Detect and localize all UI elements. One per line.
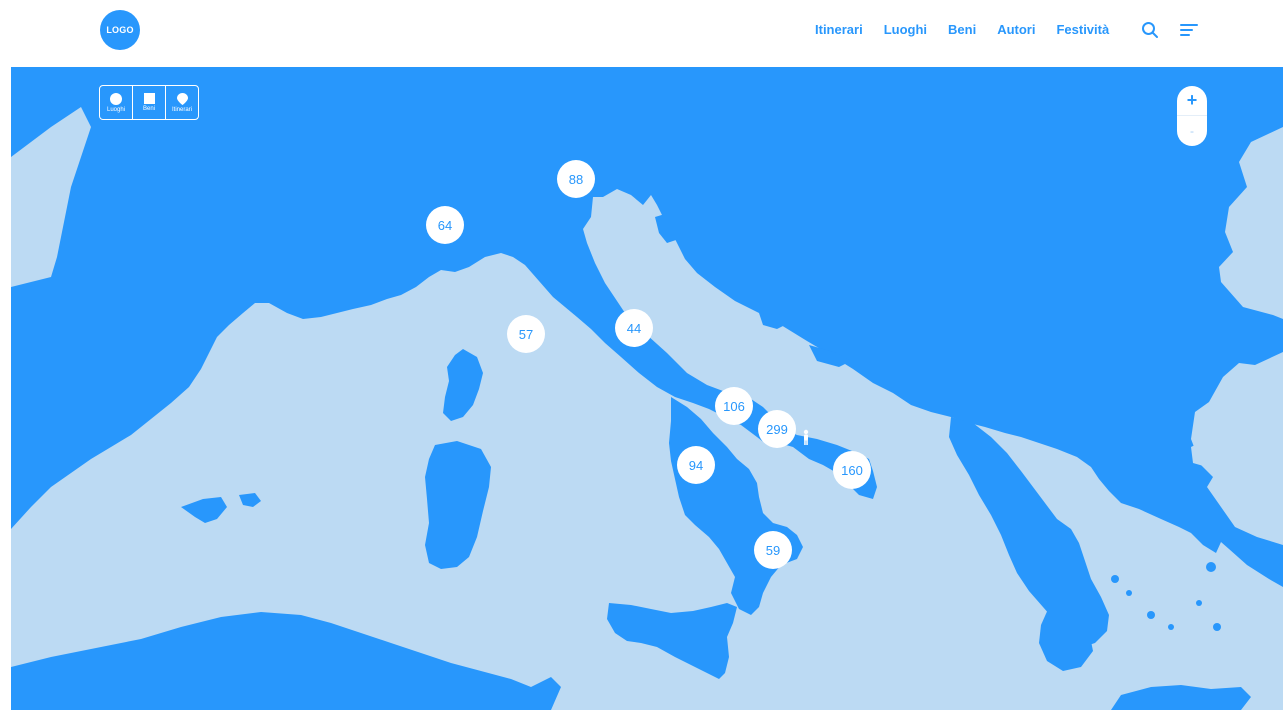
- filter-label: Itinerari: [171, 106, 192, 113]
- zoom-control: + -: [1177, 86, 1207, 146]
- filter-luoghi[interactable]: Luoghi: [100, 86, 133, 119]
- zoom-in-button[interactable]: +: [1177, 86, 1207, 116]
- pin-icon: [176, 92, 188, 105]
- nav-itinerari[interactable]: Itinerari: [815, 22, 863, 38]
- cluster-marker[interactable]: 88: [557, 160, 595, 198]
- cluster-marker[interactable]: 160: [833, 451, 871, 489]
- cluster-marker[interactable]: 64: [426, 206, 464, 244]
- pegman-icon[interactable]: [801, 429, 811, 445]
- cluster-marker[interactable]: 59: [754, 531, 792, 569]
- nav-luoghi[interactable]: Luoghi: [884, 22, 927, 38]
- cluster-marker[interactable]: 94: [677, 446, 715, 484]
- circle-icon: [110, 92, 122, 105]
- map-land: [11, 67, 1283, 710]
- menu-icon[interactable]: [1180, 22, 1198, 38]
- filter-label: Beni: [142, 106, 155, 112]
- header: LOGO Itinerari Luoghi Beni Autori Festiv…: [0, 0, 1283, 67]
- nav-beni[interactable]: Beni: [948, 22, 976, 38]
- filter-beni[interactable]: Beni: [133, 86, 166, 119]
- map[interactable]: Luoghi Beni Itinerari + - 88 64 57 44 10…: [11, 67, 1283, 710]
- square-icon: [143, 93, 155, 104]
- zoom-out-button[interactable]: -: [1177, 116, 1207, 146]
- main-nav: Itinerari Luoghi Beni Autori Festività: [815, 22, 1130, 38]
- nav-festivita[interactable]: Festività: [1056, 22, 1109, 38]
- cluster-marker[interactable]: 44: [615, 309, 653, 347]
- nav-autori[interactable]: Autori: [997, 22, 1035, 38]
- cluster-marker[interactable]: 106: [715, 387, 753, 425]
- cluster-marker[interactable]: 299: [758, 410, 796, 448]
- filter-itinerari[interactable]: Itinerari: [166, 86, 198, 119]
- search-icon[interactable]: [1141, 21, 1159, 39]
- layer-filter: Luoghi Beni Itinerari: [99, 85, 199, 120]
- logo[interactable]: LOGO: [100, 10, 140, 50]
- cluster-marker[interactable]: 57: [507, 315, 545, 353]
- filter-label: Luoghi: [106, 106, 126, 113]
